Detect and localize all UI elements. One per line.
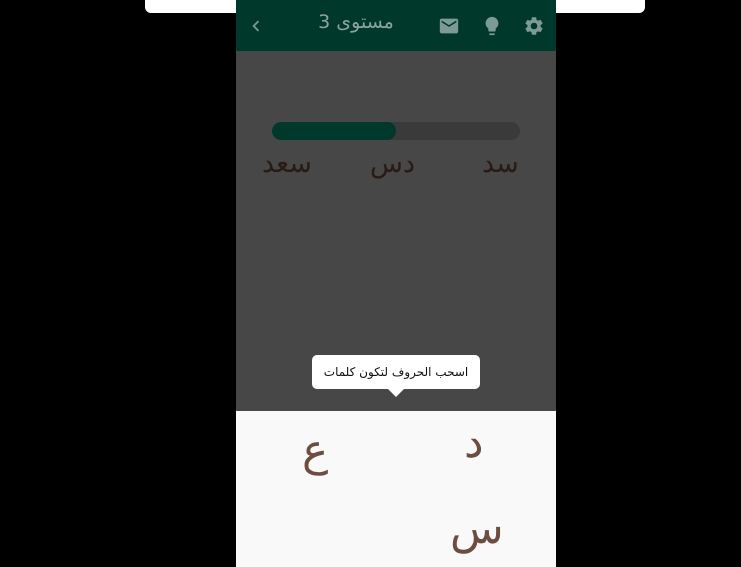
lightbulb-icon[interactable] <box>480 14 504 38</box>
game-screen: مستوى 3 سد دس سعد د ع س <box>236 0 556 567</box>
word-slot: دس <box>370 148 415 179</box>
app-bar: مستوى 3 <box>236 0 556 51</box>
gear-icon[interactable] <box>522 14 546 38</box>
letter-tile[interactable]: ع <box>302 429 328 473</box>
target-words: سد دس سعد <box>236 148 556 188</box>
level-progress-bar <box>272 122 520 140</box>
letter-tile[interactable]: س <box>450 507 504 551</box>
tooltip-arrow <box>388 389 404 397</box>
word-slot: سد <box>482 148 519 179</box>
letters-panel: د ع س <box>236 411 556 567</box>
hint-tooltip: اسحب الحروف لتكون كلمات <box>312 355 480 389</box>
letter-tile[interactable]: د <box>464 421 484 465</box>
mail-icon[interactable] <box>437 14 461 38</box>
word-slot: سعد <box>262 148 312 179</box>
level-title: مستوى 3 <box>318 11 394 33</box>
back-chevron-icon[interactable] <box>244 14 268 38</box>
progress-bar-fill <box>272 122 396 140</box>
